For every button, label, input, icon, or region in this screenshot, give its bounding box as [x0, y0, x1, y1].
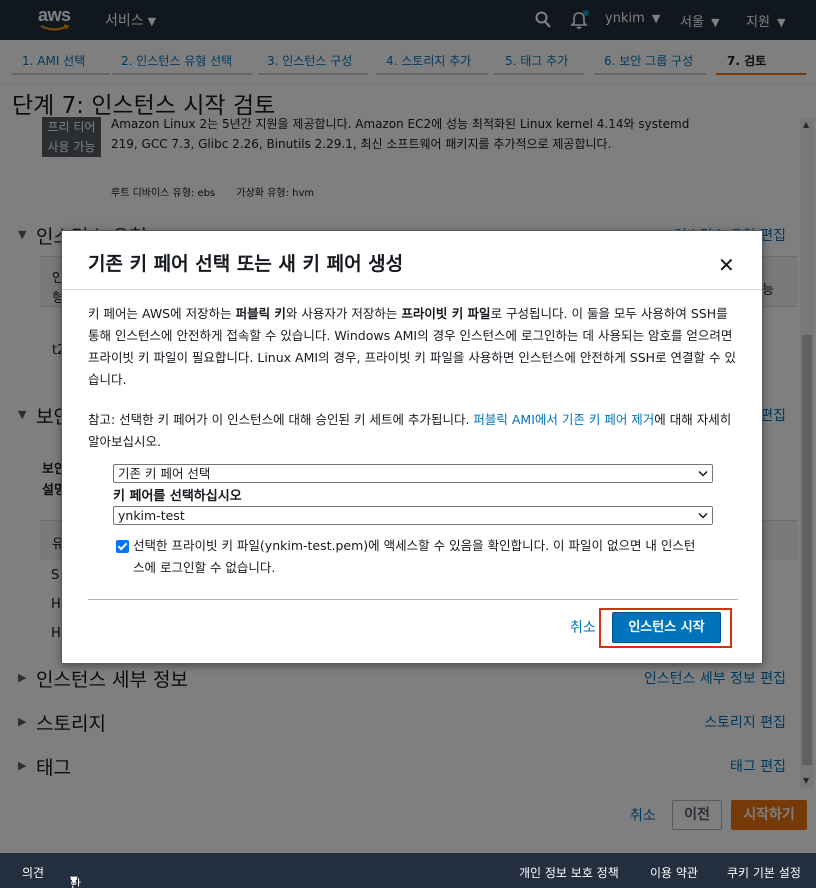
modal-description: 키 페어는 AWS에 저장하는 퍼블릭 키와 사용자가 저장하는 프라이빗 키 …	[88, 303, 743, 391]
launch-instances-button[interactable]: 인스턴스 시작	[612, 612, 721, 643]
acknowledge-text: 선택한 프라이빗 키 파일(ynkim-test.pem)에 액세스할 수 있음…	[133, 538, 696, 575]
note-text: 참고: 선택한 키 페어가 이 인스턴스에 대해 승인된 키 세트에 추가됩니다…	[88, 412, 474, 427]
privacy-link[interactable]: 개인 정보 보호 정책	[519, 864, 619, 881]
modal-note: 참고: 선택한 키 페어가 이 인스턴스에 대해 승인된 키 세트에 추가됩니다…	[88, 409, 743, 453]
acknowledge-checkbox[interactable]	[116, 540, 129, 553]
select-value: ynkim-test	[118, 508, 185, 523]
terms-link[interactable]: 이용 약관	[650, 864, 698, 881]
footer: 의견 한국어 ▼ 개인 정보 보호 정책 이용 약관 쿠키 기본 설정	[0, 853, 816, 888]
divider	[62, 289, 762, 290]
feedback-link[interactable]: 의견	[22, 864, 44, 881]
modal-title: 기존 키 페어 선택 또는 새 키 페어 생성	[88, 253, 404, 275]
desc-text: 와 사용자가 저장하는	[285, 306, 402, 321]
close-icon[interactable]: ✕	[718, 253, 735, 277]
desc-bold-private-key: 프라이빗 키 파일	[401, 306, 491, 321]
chevron-down-icon: ▼	[70, 875, 78, 886]
keypair-select-label: 키 페어를 선택하십시오	[113, 489, 242, 504]
chevron-down-icon	[698, 512, 708, 519]
keypair-mode-select[interactable]: 기존 키 페어 선택	[113, 464, 713, 483]
select-value: 기존 키 페어 선택	[118, 466, 211, 481]
keypair-name-select[interactable]: ynkim-test	[113, 506, 713, 525]
cookies-link[interactable]: 쿠키 기본 설정	[727, 864, 801, 881]
chevron-down-icon	[698, 470, 708, 477]
remove-keypair-link[interactable]: 퍼블릭 AMI에서 기존 키 페어 제거	[473, 412, 654, 427]
desc-text: 키 페어는 AWS에 저장하는	[88, 306, 236, 321]
keypair-modal: 기존 키 페어 선택 또는 새 키 페어 생성 ✕ 키 페어는 AWS에 저장하…	[61, 230, 763, 664]
modal-cancel-link[interactable]: 취소	[570, 617, 596, 637]
desc-bold-public-key: 퍼블릭 키	[235, 306, 286, 321]
divider	[88, 599, 738, 600]
